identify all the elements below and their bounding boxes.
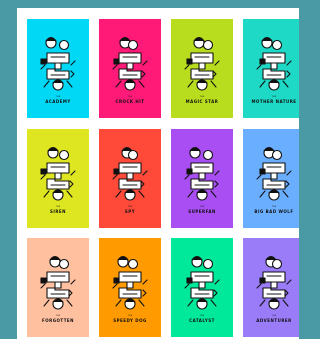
poster-subtitle: THE [199, 206, 205, 208]
poster-subtitle: THE [55, 315, 61, 317]
poster-card[interactable]: THE SUPERFAN [171, 129, 233, 228]
poster-card[interactable]: THE CROCK HIT [99, 19, 161, 118]
poster-title: ACADEMY [45, 99, 71, 104]
poster-subtitle: THE [271, 315, 277, 317]
poster-subtitle: THE [55, 206, 61, 208]
poster-subtitle: THE [271, 206, 277, 208]
poster-subtitle: THE [127, 315, 133, 317]
poster-title: BIG BAD WOLF [254, 209, 294, 214]
poster-subtitle: THE [271, 96, 277, 98]
poster-title: FORGOTTEN [41, 318, 75, 323]
poster-card[interactable]: THE SPY [99, 129, 161, 228]
poster-card[interactable]: THE SIREN [27, 129, 89, 228]
poster-title: SPY [124, 209, 136, 214]
poster-gallery: THE ACADEMY THE CROCK HIT THE MAGIC STAR… [17, 8, 299, 339]
poster-card[interactable]: THE FORGOTTEN [27, 238, 89, 337]
poster-title: MOTHER NATURE [251, 99, 297, 104]
poster-card[interactable]: THE CATALYST [171, 238, 233, 337]
poster-subtitle: THE [127, 96, 133, 98]
poster-card[interactable]: THE MAGIC STAR [171, 19, 233, 118]
poster-title: CATALYST [189, 318, 215, 323]
poster-card[interactable]: THE BIG BAD WOLF [243, 129, 299, 228]
poster-title: SUPERFAN [188, 209, 216, 214]
poster-subtitle: THE [199, 315, 205, 317]
poster-subtitle: THE [55, 96, 61, 98]
poster-card[interactable]: THE ADVENTURER [243, 238, 299, 337]
poster-title: MAGIC STAR [185, 99, 219, 104]
poster-title: ADVENTURER [256, 318, 292, 323]
poster-card[interactable]: THE ACADEMY [27, 19, 89, 118]
poster-title: CROCK HIT [115, 99, 145, 104]
poster-title: SIREN [49, 209, 67, 214]
poster-card[interactable]: THE MOTHER NATURE [243, 19, 299, 118]
poster-title: SPEEDY DOG [113, 318, 147, 323]
poster-subtitle: THE [127, 206, 133, 208]
poster-card[interactable]: THE SPEEDY DOG [99, 238, 161, 337]
poster-subtitle: THE [199, 96, 205, 98]
